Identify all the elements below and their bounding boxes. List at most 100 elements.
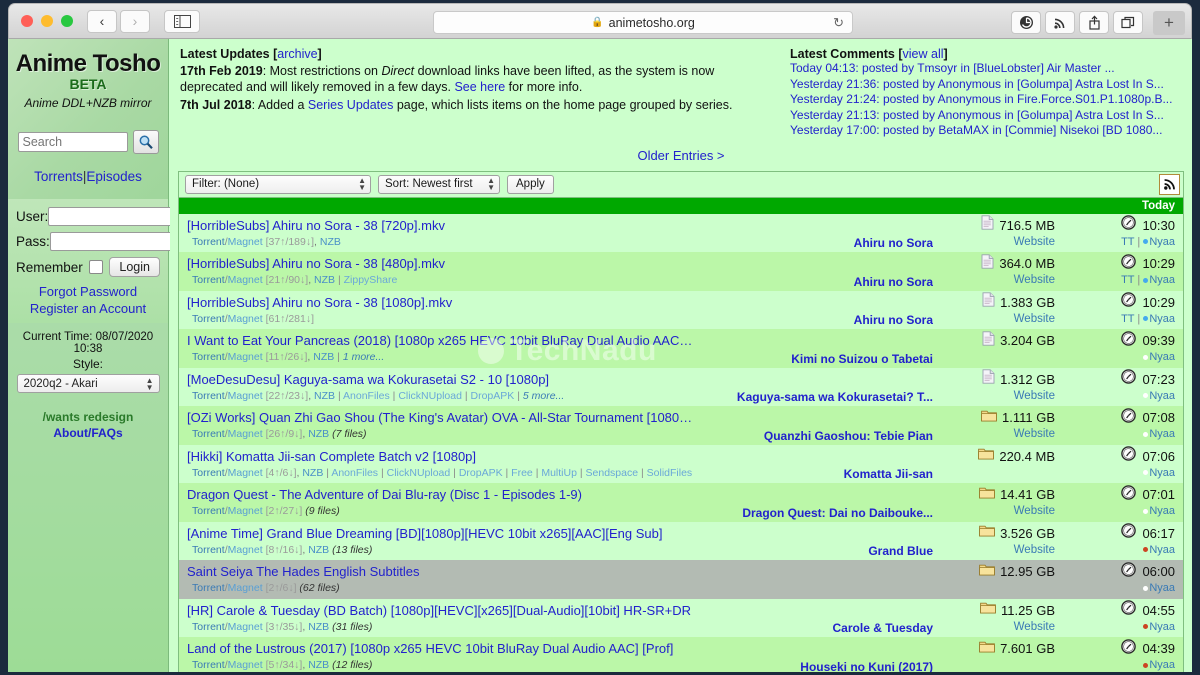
table-row[interactable]: Dragon Quest - The Adventure of Dai Blu-… [179, 483, 1183, 522]
torrent-link[interactable]: Torrent [192, 428, 225, 440]
magnet-link[interactable]: Magnet [228, 313, 263, 325]
magnet-link[interactable]: Magnet [228, 621, 263, 633]
entry-title[interactable]: [HorribleSubs] Ahiru no Sora - 38 [480p]… [187, 254, 693, 273]
magnet-link[interactable]: Magnet [228, 467, 263, 479]
nyaa-link[interactable]: Nyaa [1143, 621, 1175, 633]
nav-link-episodes[interactable]: Episodes [86, 169, 142, 184]
series-link[interactable]: Grand Blue [693, 544, 933, 558]
entry-title[interactable]: [OZi Works] Quan Zhi Gao Shou (The King'… [187, 408, 693, 427]
torrent-link[interactable]: Torrent [192, 544, 225, 556]
back-button[interactable]: ‹ [87, 9, 117, 33]
table-row[interactable]: [HorribleSubs] Ahiru no Sora - 38 [480p]… [179, 252, 1183, 291]
nzb-link[interactable]: NZB [302, 467, 323, 479]
apply-button[interactable]: Apply [507, 174, 554, 194]
host-link[interactable]: AnonFiles [343, 390, 390, 402]
host-link[interactable]: SolidFiles [647, 467, 693, 479]
search-input[interactable] [17, 132, 128, 152]
website-link[interactable]: Website [1014, 427, 1055, 442]
nyaa-link[interactable]: Nyaa [1143, 390, 1175, 402]
magnet-link[interactable]: Magnet [228, 274, 263, 286]
torrent-link[interactable]: Torrent [192, 467, 225, 479]
tabs-overview-icon[interactable] [1113, 11, 1143, 34]
website-link[interactable]: Website [1014, 543, 1055, 558]
forward-button[interactable]: › [120, 9, 150, 33]
magnet-link[interactable]: Magnet [228, 582, 263, 594]
sort-select[interactable]: Sort: Newest first ▲ ▼ [378, 174, 500, 194]
torrent-link[interactable]: Torrent [192, 351, 225, 363]
nyaa-link[interactable]: Nyaa [1143, 274, 1175, 286]
series-link[interactable]: Kimi no Suizou o Tabetai [693, 352, 933, 366]
tt-link[interactable]: TT [1121, 236, 1134, 248]
nzb-link[interactable]: NZB [308, 428, 329, 440]
nzb-link[interactable]: NZB [308, 544, 329, 556]
host-link[interactable]: ZippyShare [344, 274, 398, 286]
comment-item[interactable]: Yesterday 17:00: posted by BetaMAX in [C… [790, 123, 1182, 139]
nzb-link[interactable]: NZB [314, 390, 335, 402]
about-faqs-link[interactable]: About/FAQs [12, 425, 164, 441]
older-entries-link[interactable]: Older Entries > [637, 148, 724, 163]
entry-title[interactable]: Land of the Lustrous (2017) [1080p x265 … [187, 639, 693, 658]
series-link[interactable]: Komatta Jii-san [693, 467, 933, 481]
comment-item[interactable]: Yesterday 21:24: posted by Anonymous in … [790, 92, 1182, 108]
host-link[interactable]: Free [511, 467, 533, 479]
nzb-link[interactable]: NZB [320, 236, 341, 248]
comments-view-all-link[interactable]: view all [903, 47, 944, 61]
comment-item[interactable]: Yesterday 21:13: posted by Anonymous in … [790, 108, 1182, 124]
entry-title[interactable]: I Want to Eat Your Pancreas (2018) [1080… [187, 331, 693, 350]
table-row[interactable]: [OZi Works] Quan Zhi Gao Shou (The King'… [179, 406, 1183, 445]
website-link[interactable]: Website [1014, 235, 1055, 250]
table-row[interactable]: [HorribleSubs] Ahiru no Sora - 38 [720p]… [179, 213, 1183, 252]
entry-title[interactable]: [Anime Time] Grand Blue Dreaming [BD][10… [187, 524, 693, 543]
torrent-link[interactable]: Torrent [192, 390, 225, 402]
series-link[interactable]: Kaguya-sama wa Kokurasetai? T... [693, 390, 933, 404]
address-bar[interactable]: 🔒 animetosho.org ↻ [433, 11, 853, 34]
series-link[interactable]: Ahiru no Sora [693, 313, 933, 327]
magnet-link[interactable]: Magnet [228, 544, 263, 556]
comment-item[interactable]: Yesterday 21:36: posted by Anonymous in … [790, 77, 1182, 93]
update-link[interactable]: See here [454, 80, 505, 94]
magnifier-icon[interactable] [132, 130, 159, 154]
tt-link[interactable]: TT [1121, 274, 1134, 286]
website-link[interactable]: Website [1014, 389, 1055, 404]
update-link[interactable]: Series Updates [308, 98, 393, 112]
sidebar-icon[interactable] [164, 9, 200, 33]
reader-icon[interactable] [1011, 11, 1041, 34]
nzb-link[interactable]: NZB [308, 659, 329, 671]
remember-checkbox[interactable] [88, 260, 103, 274]
entry-title[interactable]: Dragon Quest - The Adventure of Dai Blu-… [187, 485, 693, 504]
host-link[interactable]: Sendspace [586, 467, 639, 479]
nyaa-link[interactable]: Nyaa [1143, 544, 1175, 556]
host-link[interactable]: ClickNUpload [387, 467, 451, 479]
table-row[interactable]: [HorribleSubs] Ahiru no Sora - 38 [1080p… [179, 290, 1183, 329]
minimize-window-button[interactable] [41, 15, 53, 27]
nyaa-link[interactable]: Nyaa [1143, 313, 1175, 325]
style-select[interactable]: 2020q2 - Akari ▲ ▼ [16, 374, 160, 393]
host-link[interactable]: DropAPK [471, 390, 515, 402]
entry-title[interactable]: Saint Seiya The Hades English Subtitles [187, 562, 693, 581]
table-row[interactable]: Land of the Lustrous (2017) [1080p x265 … [179, 637, 1183, 672]
series-link[interactable]: Quanzhi Gaoshou: Tebie Pian [693, 429, 933, 443]
wants-redesign-link[interactable]: /wants redesign [12, 409, 164, 425]
torrent-link[interactable]: Torrent [192, 505, 225, 517]
torrent-link[interactable]: Torrent [192, 313, 225, 325]
host-link[interactable]: MultiUp [541, 467, 577, 479]
host-link[interactable]: DropAPK [459, 467, 503, 479]
table-row[interactable]: [Hikki] Komatta Jii-san Complete Batch v… [179, 444, 1183, 483]
torrent-link[interactable]: Torrent [192, 659, 225, 671]
torrent-link[interactable]: Torrent [192, 236, 225, 248]
nyaa-link[interactable]: Nyaa [1143, 236, 1175, 248]
table-row[interactable]: [Anime Time] Grand Blue Dreaming [BD][10… [179, 521, 1183, 560]
nyaa-link[interactable]: Nyaa [1143, 582, 1175, 594]
rss-feed-icon[interactable] [1159, 173, 1180, 195]
table-row[interactable]: [HR] Carole & Tuesday (BD Batch) [1080p]… [179, 598, 1183, 637]
nyaa-link[interactable]: Nyaa [1143, 428, 1175, 440]
website-link[interactable]: Website [1014, 504, 1055, 519]
close-window-button[interactable] [21, 15, 33, 27]
magnet-link[interactable]: Magnet [228, 505, 263, 517]
entry-title[interactable]: [HorribleSubs] Ahiru no Sora - 38 [720p]… [187, 216, 693, 235]
nyaa-link[interactable]: Nyaa [1143, 467, 1175, 479]
nyaa-link[interactable]: Nyaa [1143, 505, 1175, 517]
filter-select[interactable]: Filter: (None) ▲ ▼ [185, 174, 371, 194]
series-link[interactable]: Ahiru no Sora [693, 275, 933, 289]
host-link[interactable]: ClickNUpload [398, 390, 462, 402]
